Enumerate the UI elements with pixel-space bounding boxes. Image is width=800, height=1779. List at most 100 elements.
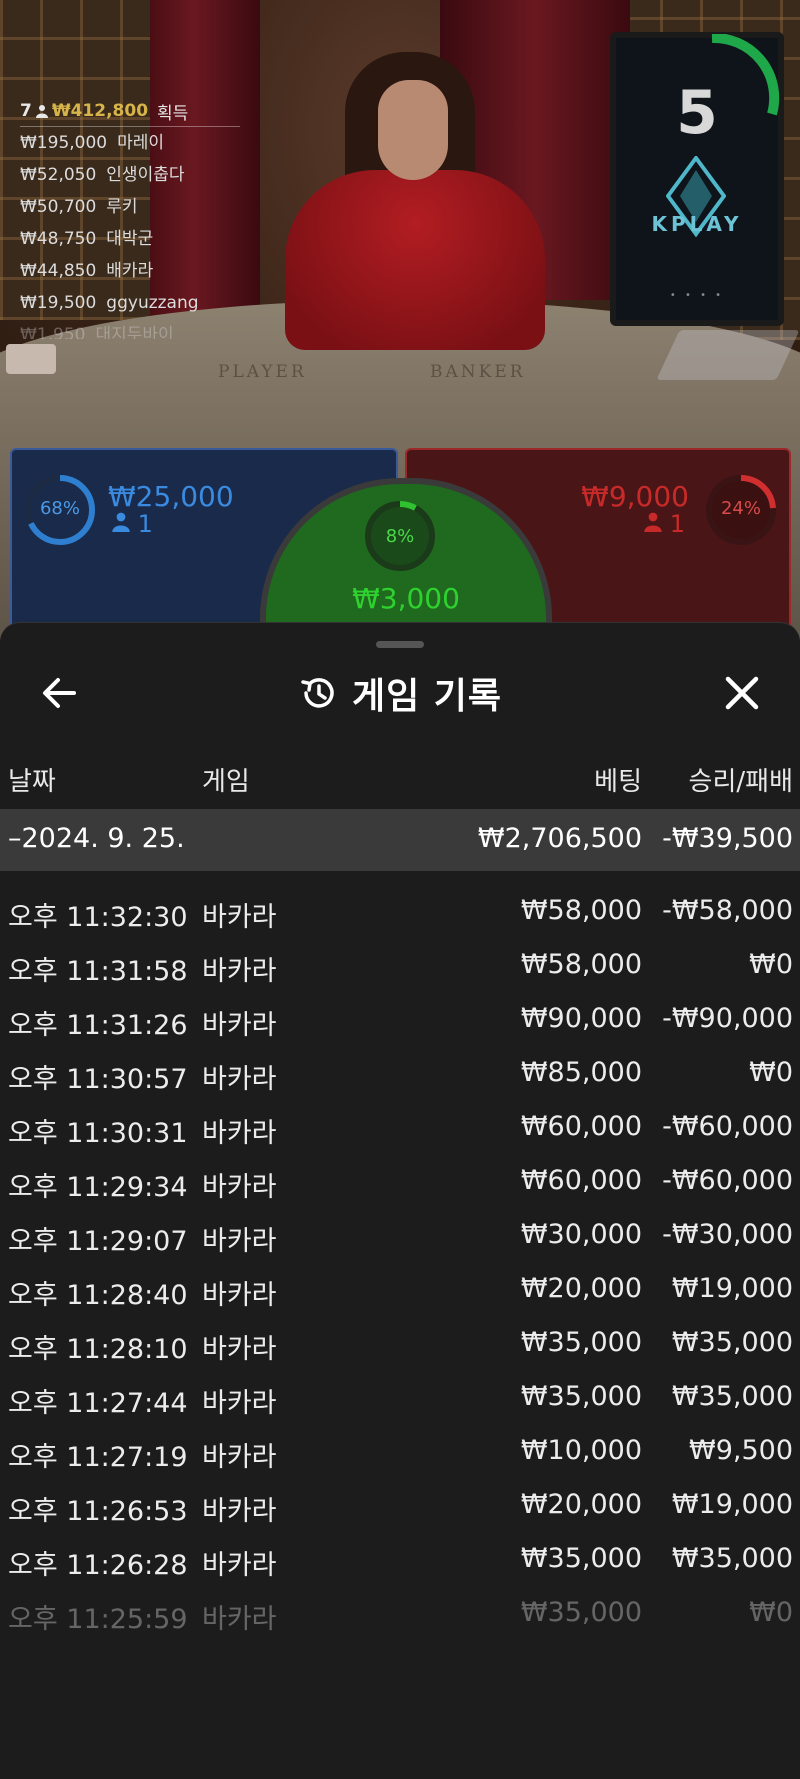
history-time: 오후 11:30:31: [8, 1118, 188, 1149]
history-bet: ₩20,000: [520, 1489, 642, 1520]
history-game: 바카라: [202, 1604, 277, 1635]
history-game: 바카라: [202, 1172, 277, 1203]
banker-bet-amount: ₩9,000: [581, 480, 689, 513]
dealer-face: [378, 80, 448, 180]
winner-row: ₩19,500 ggyuzzang: [20, 287, 240, 319]
history-row[interactable]: 오후 11:31:26 바카라 ₩90,000 -₩90,000: [0, 991, 800, 1052]
winner-row: ₩1,950 대지두바이: [20, 319, 240, 339]
dealer: [285, 170, 545, 350]
history-time: 오후 11:27:19: [8, 1442, 188, 1473]
history-bet: ₩58,000: [520, 949, 642, 980]
winner-amount: ₩52,050: [20, 165, 97, 185]
winner-name: 마레이: [117, 133, 165, 153]
user-icon: [644, 512, 662, 532]
history-row[interactable]: 오후 11:29:34 바카라 ₩60,000 -₩60,000: [0, 1153, 800, 1214]
history-bet: ₩30,000: [520, 1219, 642, 1250]
history-row[interactable]: 오후 11:28:10 바카라 ₩35,000 ₩35,000: [0, 1315, 800, 1376]
history-time: 오후 11:32:30: [8, 902, 188, 933]
history-time: 오후 11:27:44: [8, 1388, 188, 1419]
history-bet: ₩35,000: [520, 1597, 642, 1628]
felt-label-player: PLAYER: [218, 362, 307, 382]
game-history-sheet: 게임 기록 날짜 게임 베팅 승리/패배 –2024. 9. 25. ₩2,70…: [0, 622, 800, 1779]
user-icon: [112, 512, 130, 532]
winner-name: ggyuzzang: [106, 293, 199, 313]
felt-label-banker: BANKER: [430, 362, 526, 382]
banker-percent: 24%: [720, 498, 761, 519]
history-row[interactable]: 오후 11:30:31 바카라 ₩60,000 -₩60,000: [0, 1099, 800, 1160]
brand-logo-text: KPLAY: [651, 212, 743, 236]
winners-total: ₩412,800: [51, 101, 149, 121]
history-bet: ₩85,000: [520, 1057, 642, 1088]
column-header-bet[interactable]: 베팅: [594, 761, 642, 798]
sheet-drag-handle[interactable]: [376, 641, 424, 648]
history-row[interactable]: 오후 11:28:40 바카라 ₩20,000 ₩19,000: [0, 1261, 800, 1322]
history-result: ₩19,000: [671, 1273, 793, 1304]
history-row[interactable]: 오후 11:27:44 바카라 ₩35,000 ₩35,000: [0, 1369, 800, 1430]
user-icon: [35, 105, 48, 118]
history-game: 바카라: [202, 902, 277, 933]
history-time: 오후 11:31:26: [8, 1010, 188, 1041]
column-header-date[interactable]: 날짜: [8, 761, 56, 798]
history-bet: ₩60,000: [520, 1165, 642, 1196]
banker-bettor-count: 1: [644, 510, 685, 538]
history-result: ₩35,000: [671, 1543, 793, 1574]
winner-name: 인생이춥다: [106, 165, 185, 185]
winner-row: ₩50,700 루키: [20, 191, 240, 223]
history-game: 바카라: [202, 1226, 277, 1257]
winner-amount: ₩1,950: [20, 325, 86, 339]
winner-name: 배카라: [106, 261, 154, 281]
history-result: ₩35,000: [671, 1381, 793, 1412]
history-row[interactable]: 오후 11:26:53 바카라 ₩20,000 ₩19,000: [0, 1477, 800, 1538]
history-row[interactable]: 오후 11:31:58 바카라 ₩58,000 ₩0: [0, 937, 800, 998]
history-row[interactable]: 오후 11:27:19 바카라 ₩10,000 ₩9,500: [0, 1423, 800, 1484]
history-row[interactable]: 오후 11:25:59 바카라 ₩35,000 ₩0: [0, 1585, 800, 1646]
history-game: 바카라: [202, 1064, 277, 1095]
live-video-feed: PLAYER BANKER 5 KPLAY • • • • 7 ₩412,800…: [0, 0, 800, 640]
history-result: ₩0: [749, 1597, 793, 1628]
history-bet: ₩20,000: [520, 1273, 642, 1304]
history-game: 바카라: [202, 956, 277, 987]
column-header-game[interactable]: 게임: [202, 761, 250, 798]
history-time: 오후 11:31:58: [8, 956, 188, 987]
history-game: 바카라: [202, 1550, 277, 1581]
history-result: ₩19,000: [671, 1489, 793, 1520]
history-result: ₩0: [749, 949, 793, 980]
history-game: 바카라: [202, 1442, 277, 1473]
winner-amount: ₩44,850: [20, 261, 97, 281]
close-icon[interactable]: [718, 669, 766, 717]
history-time: 오후 11:26:28: [8, 1550, 188, 1581]
winner-name: 대지두바이: [95, 325, 174, 339]
winner-row: ₩44,850 배카라: [20, 255, 240, 287]
card-stack: [6, 344, 56, 374]
history-result: ₩0: [749, 1057, 793, 1088]
history-result: -₩30,000: [662, 1219, 793, 1250]
winner-name: 루키: [106, 197, 138, 217]
history-row[interactable]: 오후 11:29:07 바카라 ₩30,000 -₩30,000: [0, 1207, 800, 1268]
winner-amount: ₩50,700: [20, 197, 97, 217]
history-game: 바카라: [202, 1118, 277, 1149]
tie-percent: 8%: [385, 526, 415, 547]
history-result: -₩90,000: [662, 1003, 793, 1034]
winner-name: 대박군: [106, 229, 154, 249]
screen-page-dots: • • • •: [669, 290, 725, 301]
history-bet: ₩35,000: [520, 1543, 642, 1574]
winners-list: ₩195,000 마레이 ₩52,050 인생이춥다 ₩50,700 루키 ₩48,750 대…: [20, 127, 240, 339]
winner-amount: ₩19,500: [20, 293, 97, 313]
history-result: ₩35,000: [671, 1327, 793, 1358]
date-group-row[interactable]: –2024. 9. 25. ₩2,706,500 -₩39,500: [0, 809, 800, 871]
history-bet: ₩35,000: [520, 1381, 642, 1412]
history-icon: [301, 678, 334, 708]
history-bet: ₩10,000: [520, 1435, 642, 1466]
history-time: 오후 11:25:59: [8, 1604, 188, 1635]
winner-amount: ₩195,000: [20, 133, 108, 153]
history-result: -₩60,000: [662, 1111, 793, 1142]
history-game: 바카라: [202, 1496, 277, 1527]
column-header-result[interactable]: 승리/패배: [689, 761, 793, 798]
history-result: -₩60,000: [662, 1165, 793, 1196]
history-row[interactable]: 오후 11:30:57 바카라 ₩85,000 ₩0: [0, 1045, 800, 1106]
history-row[interactable]: 오후 11:26:28 바카라 ₩35,000 ₩35,000: [0, 1531, 800, 1592]
history-game: 바카라: [202, 1010, 277, 1041]
history-bet: ₩58,000: [520, 895, 642, 926]
date-group-date: –2024. 9. 25.: [8, 823, 185, 854]
history-row[interactable]: 오후 11:32:30 바카라 ₩58,000 -₩58,000: [0, 883, 800, 944]
